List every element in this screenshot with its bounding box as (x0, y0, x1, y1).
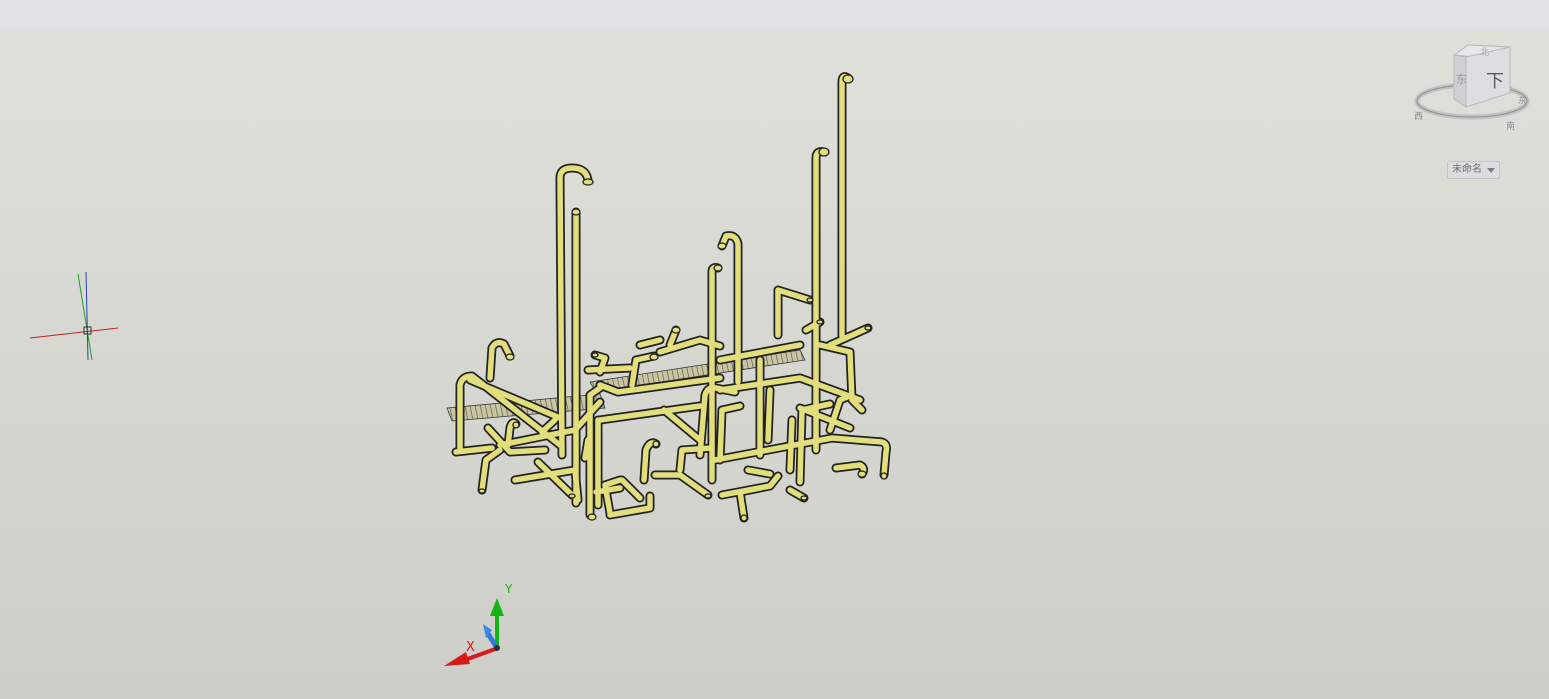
compass-east-label[interactable]: 东 (1518, 95, 1526, 105)
cad-application: X Y 下 东 北 西 南 东 未命名 (0, 0, 1549, 699)
piping-model (446, 72, 891, 523)
viewcube-face-label: 下 (1486, 71, 1504, 92)
viewcube-side-label: 东 (1456, 73, 1467, 86)
named-view-dropdown[interactable]: 未命名 (1447, 161, 1500, 179)
3d-model-viewport[interactable]: X Y 下 东 北 西 南 东 未命名 (0, 31, 1549, 699)
pipe-network (453, 73, 890, 521)
compass-west-label[interactable]: 西 (1414, 111, 1423, 122)
compass-south-label[interactable]: 南 (1506, 120, 1515, 132)
viewcube-icon[interactable]: 下 东 北 西 南 东 (1410, 41, 1530, 141)
named-view-label: 未命名 (1452, 164, 1482, 175)
top-strip (0, 0, 1549, 31)
chevron-down-icon (1487, 167, 1495, 173)
viewcube-top-label: 北 (1480, 47, 1489, 58)
